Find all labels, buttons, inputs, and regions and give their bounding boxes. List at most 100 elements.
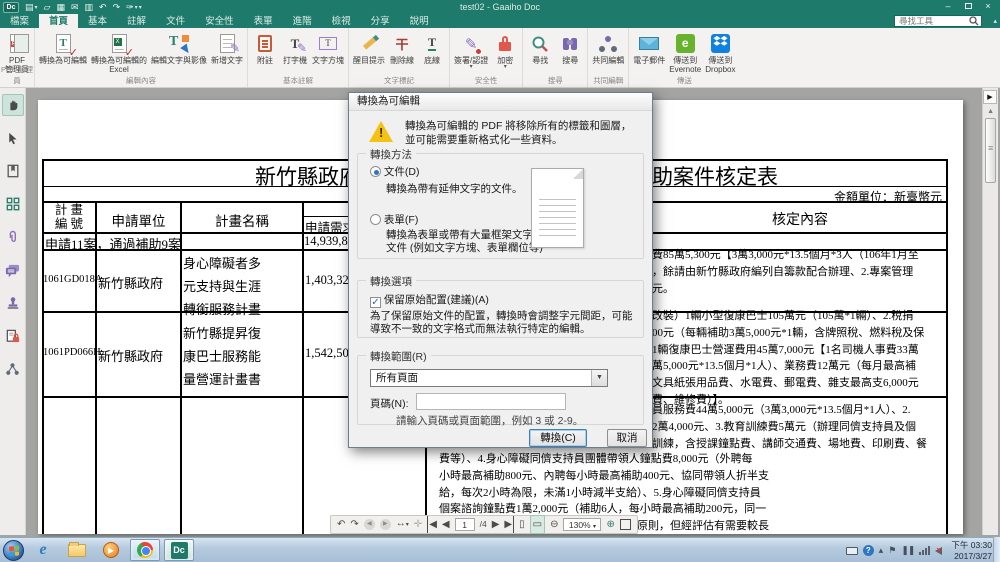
typewriter-button[interactable]: T✎ 打字機 [280,29,310,65]
comments-panel-icon[interactable] [2,259,24,281]
scrollbar-thumb[interactable] [985,118,996,183]
taskbar-media-player-icon[interactable]: ▶ [96,539,126,561]
new-pdf-icon[interactable]: ▤ [25,1,34,14]
email-button[interactable]: 電子郵件 [631,29,667,65]
show-desktop-button[interactable] [993,537,1000,562]
volume-muted-icon[interactable] [935,547,942,555]
zoom-in-icon[interactable]: ⊕ [606,516,614,533]
underline-button[interactable]: T 底線 [417,29,447,65]
collapse-ribbon-icon[interactable]: ▴ [993,17,997,25]
page-range-select[interactable]: 所有頁面▼ [370,369,608,387]
highlight-button[interactable]: 醒目提示 [351,29,387,65]
document-radio[interactable]: 文件(D) [370,164,420,179]
send-evernote-button[interactable]: e 傳送到 Evernote [667,29,703,74]
keyboard-tray-icon[interactable] [846,547,858,555]
tab-comment[interactable]: 註解 [117,14,156,28]
help-tray-icon[interactable]: ? [863,545,874,556]
action-center-flag-icon[interactable]: ⚑ [888,545,896,556]
send-dropbox-button[interactable]: 傳送到 Dropbox [703,29,737,74]
tab-security[interactable]: 安全性 [195,14,244,28]
page-number-input[interactable] [455,518,475,531]
tab-view[interactable]: 檢視 [322,14,361,28]
open-icon[interactable]: ▱ [44,1,51,14]
security-panel-icon[interactable] [2,325,24,347]
sign-certify-button[interactable]: ✎ 簽署/認證 ▾ [452,29,490,70]
bookmarks-panel-icon[interactable] [2,160,24,182]
form-radio[interactable]: 表單(F) [370,212,418,227]
tab-share[interactable]: 分享 [361,14,400,28]
tab-file[interactable]: 檔案 [0,14,39,28]
chevron-down-icon[interactable]: ▾ [135,4,138,11]
undo-icon[interactable]: ↶ [99,1,107,14]
taskbar-gaaiho-icon[interactable]: Dc [164,539,194,561]
note-button[interactable]: 附註 [250,29,280,65]
tab-basic[interactable]: 基本 [78,14,117,28]
pan-icon[interactable]: ✛ [414,516,422,533]
convert-button[interactable]: 轉換(C) [529,429,587,447]
find-button[interactable]: 尋找 [525,29,555,65]
taskbar-chrome-icon[interactable] [130,539,160,561]
save-icon[interactable]: ▦ [56,1,65,14]
forward-icon[interactable]: ▶ [380,519,391,530]
fullscreen-icon[interactable] [620,519,631,530]
dialog-title[interactable]: 轉換為可編輯 [349,93,652,111]
last-page-icon[interactable]: ▶ [504,516,514,533]
customize-qat-icon[interactable]: ▾ [139,4,142,11]
tab-advanced[interactable]: 進階 [283,14,322,28]
encrypt-button[interactable]: 加密 ▾ [490,29,520,70]
redo-icon[interactable]: ↷ [113,1,121,14]
cancel-button[interactable]: 取消 [607,429,647,447]
convert-excel-button[interactable]: X✓ 轉換為可編輯的 Excel [89,29,149,74]
group-label: 文字標記 [349,75,449,86]
taskbar-explorer-icon[interactable] [62,539,92,561]
thumbnails-panel-icon[interactable] [2,193,24,215]
hidden-icons-chevron[interactable]: ▴ [879,545,884,556]
email-icon[interactable]: ✉ [71,1,79,14]
next-view-icon[interactable]: ↷ [350,516,358,533]
textbox-button[interactable]: T 文字方塊 [310,29,346,65]
chevron-down-icon[interactable]: ▾ [35,4,38,11]
attachments-panel-icon[interactable] [2,226,24,248]
ime-indicator-icon[interactable]: ❚❚ [901,545,914,556]
close-button[interactable]: × [978,0,998,13]
next-page-icon[interactable]: ▶ [492,516,500,533]
print-icon[interactable]: ▥ [85,1,94,14]
fit-width-icon[interactable]: ↔▾ [396,515,409,534]
share-panel-icon[interactable] [2,358,24,380]
start-button[interactable] [3,540,24,561]
fit-page-view-icon[interactable]: ▭ [530,515,545,534]
edit-text-image-button[interactable]: T 編輯文字與影像 [149,29,209,65]
convert-editable-button[interactable]: T✓ 轉換為可編輯 [37,29,89,65]
stamp-tool-icon[interactable] [2,292,24,314]
previous-page-icon[interactable]: ◀ [442,516,450,533]
keep-layout-checkbox[interactable]: ✓ 保留原始配置(建議)(A) [370,292,489,308]
tab-document[interactable]: 文件 [156,14,195,28]
maximize-button[interactable] [958,0,978,13]
back-icon[interactable]: ◀ [364,519,375,530]
radio-icon [370,214,381,225]
first-page-icon[interactable]: ◀ [427,516,437,533]
taskbar-clock[interactable]: 下午 03:30 2017/3/27 [951,540,992,561]
co-edit-button[interactable]: 共同編輯 [590,29,626,65]
hand-tool[interactable] [2,94,24,116]
scroll-up-icon[interactable]: ▲ [987,108,994,115]
zoom-level-select[interactable]: 130% ▾ [563,518,601,531]
previous-view-icon[interactable]: ↶ [337,516,345,533]
tab-help[interactable]: 說明 [400,14,439,28]
single-page-view-icon[interactable]: ▯ [519,516,525,533]
minimize-button[interactable]: – [938,0,958,13]
zoom-out-icon[interactable]: ⊖ [550,516,558,533]
page-range-input[interactable] [416,393,566,410]
panel-expander-button[interactable]: ▶ [983,90,997,104]
select-tool[interactable] [2,127,24,149]
add-text-button[interactable]: ✎ 新增文字 [209,29,245,65]
search-icon[interactable] [969,16,979,26]
tab-home[interactable]: 首頁 [39,14,78,28]
strikeout-button[interactable]: 干 刪除線 [387,29,417,65]
taskbar-ie-icon[interactable]: e [28,539,58,561]
hand-quick-icon[interactable]: ✑ [126,1,134,14]
search-button[interactable]: 搜尋 [555,29,585,65]
network-icon[interactable] [919,546,930,555]
tab-form[interactable]: 表單 [244,14,283,28]
col-header-plan-name: 計畫名稱 [182,210,302,230]
